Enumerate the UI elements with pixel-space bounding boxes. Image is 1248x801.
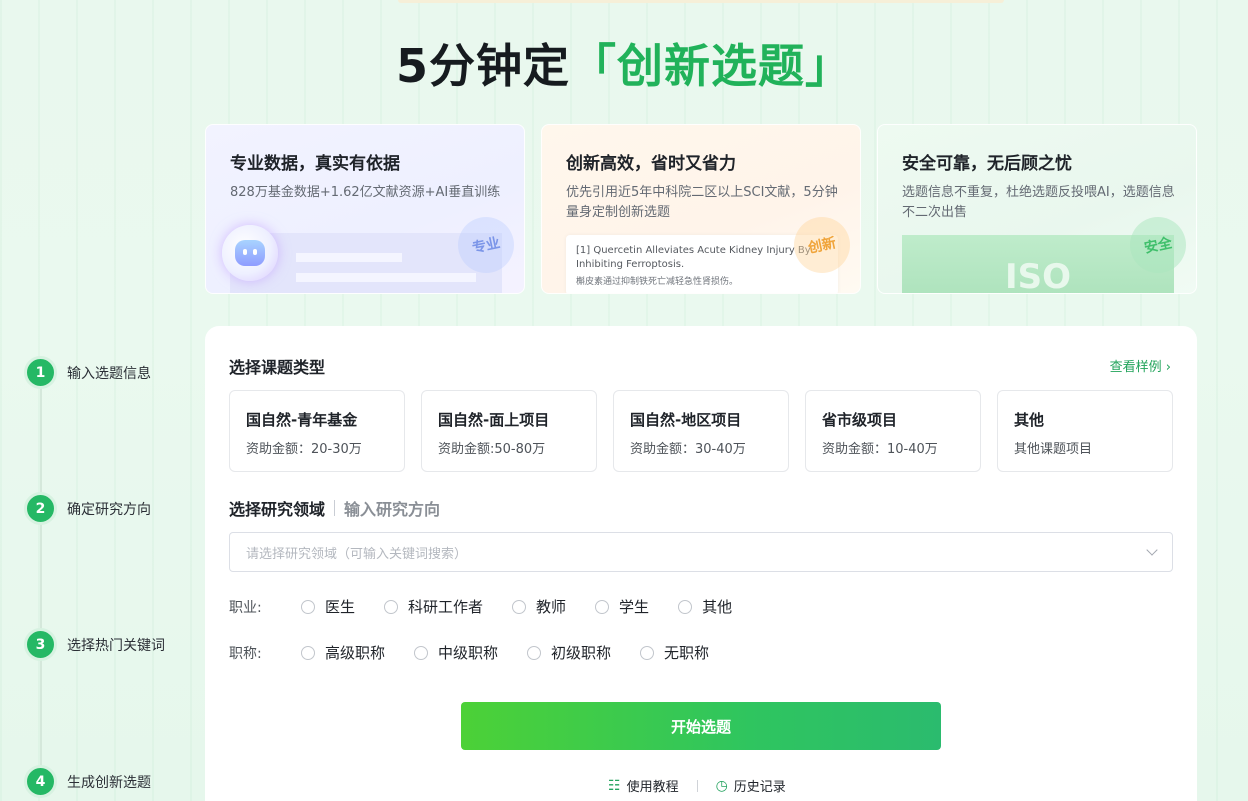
radio-circle[interactable] [527,645,542,660]
tutorial-icon: ☷ [608,777,621,794]
step-1: 1 输入选题信息 [24,356,151,389]
feature-title: 专业数据，真实有依据 [230,154,400,174]
feature-title: 安全可靠，无后顾之忧 [902,154,1072,174]
headline-highlight: 「创新选题」 [570,39,852,93]
topic-type-name: 国自然-面上项目 [438,411,550,429]
step-2: 2 确定研究方向 [24,492,151,525]
occupation-option[interactable]: 教师 [512,596,566,617]
tab-divider [334,500,336,516]
topic-type-title: 选择课题类型 [229,358,326,377]
tutorial-label: 使用教程 [626,780,679,795]
feature-card-professional: 专业数据，真实有依据 828万基金数据+1.62亿文献资源+AI垂直训练 专业 [205,124,525,294]
title-label: 职称: [229,645,262,662]
option-label: 中级职称 [438,644,499,662]
occupation-option[interactable]: 医生 [301,596,355,617]
topic-type-amount: 资助金额:50-80万 [438,442,546,457]
topic-type-name: 国自然-青年基金 [246,411,358,429]
occupation-option[interactable]: 学生 [595,596,649,617]
topic-type-amount: 资助金额：30-40万 [630,442,746,457]
radio-circle[interactable] [384,599,399,614]
chevron-down-icon [1146,544,1158,556]
step-number: 1 [24,356,57,389]
occupation-label: 职业: [229,599,262,616]
step-number: 3 [24,628,57,661]
title-option[interactable]: 高级职称 [301,642,385,663]
topic-type-card[interactable]: 省市级项目 资助金额：10-40万 [805,390,981,472]
illustration-line [296,273,476,282]
reference-chinese: 槲皮素通过抑制铁死亡减轻急性肾损伤。 [576,277,739,287]
title-option[interactable]: 无职称 [640,642,709,663]
step-label: 输入选题信息 [67,365,151,382]
top-banner-edge [398,0,1004,3]
feature-card-security: 安全可靠，无后顾之忧 选题信息不重复，杜绝选题反投喂AI，选题信息不二次出售 I… [877,124,1197,294]
option-label: 无职称 [664,644,710,662]
research-field-placeholder: 请选择研究领域（可输入关键词搜索） [246,546,468,562]
option-label: 其他 [702,598,733,616]
view-example-link[interactable]: 查看样例 › [1110,356,1171,375]
step-label: 生成创新选题 [67,774,151,791]
research-field-select[interactable]: 请选择研究领域（可输入关键词搜索） [229,532,1173,572]
step-label: 选择热门关键词 [67,637,165,654]
footer-links: ☷ 使用教程 ◷ 历史记录 [608,776,786,796]
occupation-option[interactable]: 其他 [678,596,732,617]
history-label: 历史记录 [733,780,786,795]
research-tabs: 选择研究领域 输入研究方向 [229,496,440,520]
title-option[interactable]: 初级职称 [527,642,611,663]
option-label: 初级职称 [551,644,612,662]
ai-robot-icon [222,225,278,281]
topic-type-card[interactable]: 其他 其他课题项目 [997,390,1173,472]
option-label: 医生 [325,598,356,616]
topic-type-name: 其他 [1014,411,1045,429]
option-label: 教师 [536,598,567,616]
topic-type-amount: 其他课题项目 [1014,442,1093,457]
topic-type-card[interactable]: 国自然-青年基金 资助金额：20-30万 [229,390,405,472]
radio-circle[interactable] [640,645,655,660]
radio-circle[interactable] [678,599,693,614]
headline-main: 5分钟定 [395,39,570,93]
link-divider [696,779,698,792]
page-headline: 5分钟定「创新选题」 [0,30,1248,96]
feature-card-innovation: 创新高效，省时又省力 优先引用近5年中科院二区以上SCI文献，5分钟量身定制创新… [541,124,861,294]
radio-circle[interactable] [512,599,527,614]
feature-desc: 选题信息不重复，杜绝选题反投喂AI，选题信息不二次出售 [902,185,1175,220]
step-label: 确定研究方向 [67,501,151,518]
step-3: 3 选择热门关键词 [24,628,165,661]
step-number: 4 [24,765,57,798]
topic-type-name: 国自然-地区项目 [630,411,742,429]
option-label: 学生 [619,598,650,616]
step-number: 2 [24,492,57,525]
feature-title: 创新高效，省时又省力 [566,154,736,174]
feature-desc: 优先引用近5年中科院二区以上SCI文献，5分钟量身定制创新选题 [566,185,838,220]
title-group: 职称: 高级职称 中级职称 初级职称 无职称 [229,642,738,663]
occupation-option[interactable]: 科研工作者 [384,596,483,617]
tab-select-field[interactable]: 选择研究领域 [229,496,325,520]
topic-type-options: 国自然-青年基金 资助金额：20-30万 国自然-面上项目 资助金额:50-80… [229,390,1173,472]
option-label: 科研工作者 [408,598,484,616]
tutorial-link[interactable]: ☷ 使用教程 [608,776,679,796]
topic-type-card[interactable]: 国自然-地区项目 资助金额：30-40万 [613,390,789,472]
topic-form-panel: 选择课题类型 查看样例 › 国自然-青年基金 资助金额：20-30万 国自然-面… [205,326,1197,801]
option-label: 高级职称 [325,644,386,662]
topic-type-name: 省市级项目 [822,411,898,429]
feature-desc: 828万基金数据+1.62亿文献资源+AI垂直训练 [230,185,501,200]
radio-circle[interactable] [595,599,610,614]
step-4: 4 生成创新选题 [24,765,151,798]
tab-input-direction[interactable]: 输入研究方向 [344,496,440,520]
topic-type-card[interactable]: 国自然-面上项目 资助金额:50-80万 [421,390,597,472]
start-topic-button[interactable]: 开始选题 [461,702,941,750]
radio-circle[interactable] [301,599,315,614]
clock-icon: ◷ [715,777,728,794]
title-option[interactable]: 中级职称 [414,642,498,663]
topic-type-amount: 资助金额：10-40万 [822,442,938,457]
history-link[interactable]: ◷ 历史记录 [715,776,786,796]
radio-circle[interactable] [301,645,315,660]
occupation-group: 职业: 医生 科研工作者 教师 学生 其他 [229,596,761,617]
topic-type-amount: 资助金额：20-30万 [246,442,362,457]
radio-circle[interactable] [414,645,429,660]
illustration-line [296,253,402,262]
reference-english: [1] Quercetin Alleviates Acute Kidney In… [576,245,811,270]
steps-connector [40,372,42,782]
